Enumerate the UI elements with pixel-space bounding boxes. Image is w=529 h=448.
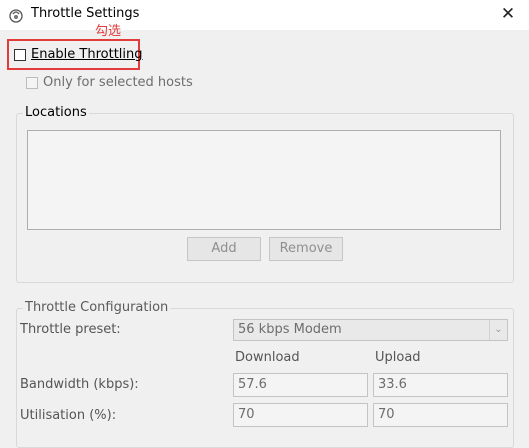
annotation-note: 勾选 — [95, 24, 122, 39]
close-icon: ✕ — [500, 4, 516, 24]
only-selected-hosts-checkbox[interactable]: Only for selected hosts — [26, 75, 193, 90]
throttle-preset-label: Throttle preset: — [20, 322, 121, 337]
add-button[interactable]: Add — [187, 237, 261, 261]
bandwidth-upload-field[interactable]: 33.6 — [373, 373, 508, 397]
window-title: Throttle Settings — [31, 6, 140, 21]
only-selected-hosts-label: Only for selected hosts — [43, 75, 193, 90]
enable-throttling-label: Enable Throttling — [31, 47, 143, 62]
fiddler-app-icon — [9, 9, 23, 23]
close-button[interactable]: ✕ — [497, 3, 519, 25]
remove-button[interactable]: Remove — [269, 237, 343, 261]
upload-column-header: Upload — [375, 350, 421, 365]
bandwidth-label: Bandwidth (kbps): — [20, 377, 139, 392]
checkbox-box[interactable] — [14, 48, 26, 61]
throttle-configuration-title: Throttle Configuration — [23, 300, 171, 315]
chevron-down-icon[interactable]: ⌄ — [489, 320, 507, 340]
throttle-preset-value: 56 kbps Modem — [238, 322, 342, 337]
utilisation-upload-field[interactable]: 70 — [373, 403, 508, 427]
utilisation-download-field[interactable]: 70 — [233, 403, 368, 427]
utilisation-label: Utilisation (%): — [20, 408, 117, 423]
bandwidth-download-field[interactable]: 57.6 — [233, 373, 368, 397]
enable-throttling-checkbox[interactable]: Enable Throttling — [14, 47, 143, 62]
locations-list[interactable] — [27, 130, 501, 230]
title-bar: Throttle Settings ✕ — [0, 0, 529, 30]
locations-group-title: Locations — [23, 105, 89, 120]
checkbox-box[interactable] — [26, 76, 38, 89]
locations-group: Locations Add Remove — [16, 105, 514, 283]
download-column-header: Download — [235, 350, 300, 365]
throttle-preset-select[interactable]: 56 kbps Modem ⌄ — [233, 319, 508, 341]
